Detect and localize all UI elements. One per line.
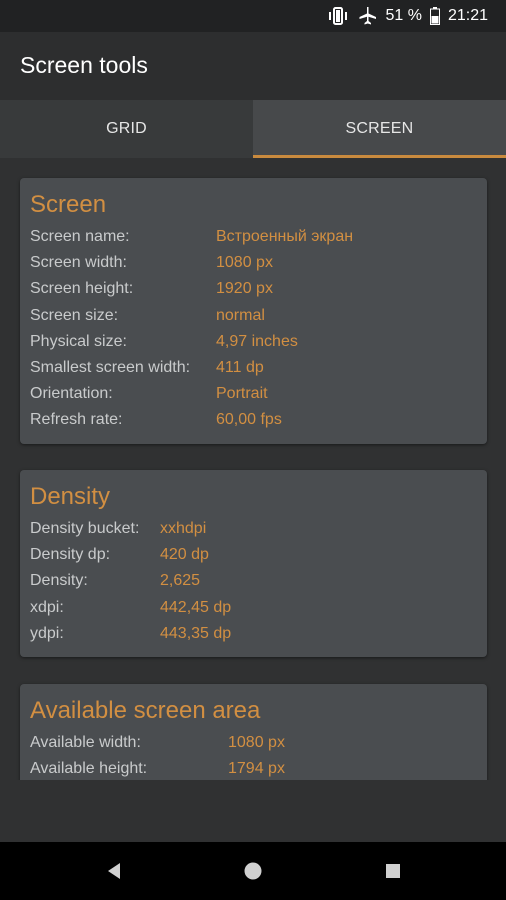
info-row: Screen name: Встроенный экран <box>30 224 477 250</box>
app-title: Screen tools <box>20 52 148 78</box>
info-row: Screen width: 1080 px <box>30 250 477 276</box>
info-value: 1794 px <box>228 760 285 778</box>
info-row: Screen size: normal <box>30 303 477 329</box>
info-row: Refresh rate: 60,00 fps <box>30 407 477 433</box>
info-value: 443,35 dp <box>160 624 232 642</box>
info-label: Available height: <box>30 760 148 778</box>
info-value: 2,625 <box>160 572 201 590</box>
battery-percent: 51 % <box>385 7 422 24</box>
available-card-title: Available screen area <box>30 697 261 724</box>
info-value: 442,45 dp <box>160 598 232 616</box>
info-label: Refresh rate: <box>30 411 123 429</box>
density-card: Density Density bucket: xxhdpi Density d… <box>20 470 487 657</box>
recents-icon[interactable] <box>382 860 404 882</box>
airplane-mode-icon <box>357 7 377 25</box>
app-bar: Screen tools <box>0 32 506 100</box>
info-value: Portrait <box>216 385 268 403</box>
info-label: Screen width: <box>30 254 127 272</box>
info-label: Density bucket: <box>30 520 140 538</box>
info-value: 4,97 inches <box>216 332 298 350</box>
density-card-title: Density <box>30 483 111 510</box>
info-value: xxhdpi <box>160 520 207 538</box>
home-icon[interactable] <box>242 860 264 882</box>
scroll-content[interactable]: Screen Screen name: Встроенный экран Scr… <box>0 158 506 780</box>
tab-bar: GRID SCREEN <box>0 100 506 158</box>
back-icon[interactable] <box>103 860 125 882</box>
status-icons: 51 % 21:21 <box>327 0 488 32</box>
info-row: ydpi: 443,35 dp <box>30 621 477 647</box>
info-row: Density dp: 420 dp <box>30 542 477 568</box>
info-row: Orientation: Portrait <box>30 381 477 407</box>
info-label: ydpi: <box>30 624 64 642</box>
info-label: Screen size: <box>30 306 119 324</box>
info-row: Available width: 1080 px <box>30 730 477 756</box>
info-value: 411 dp <box>216 359 264 377</box>
info-label: Density dp: <box>30 546 111 564</box>
info-value: 1080 px <box>228 734 285 752</box>
info-value: 1080 px <box>216 254 273 272</box>
screen-card: Screen Screen name: Встроенный экран Scr… <box>20 178 487 444</box>
tab-screen[interactable]: SCREEN <box>253 100 506 158</box>
info-label: Smallest screen width: <box>30 359 191 377</box>
info-label: Screen name: <box>30 228 130 246</box>
info-label: xdpi: <box>30 598 64 616</box>
battery-icon <box>429 7 440 25</box>
tab-grid[interactable]: GRID <box>0 100 253 158</box>
info-label: Orientation: <box>30 385 113 403</box>
info-value: normal <box>216 306 265 324</box>
info-value: 1920 px <box>216 280 273 298</box>
info-row: Density bucket: xxhdpi <box>30 516 477 542</box>
info-value: 60,00 fps <box>216 411 282 429</box>
info-row: Available height: 1794 px <box>30 756 477 780</box>
info-value: 420 dp <box>160 546 209 564</box>
vibrate-icon <box>327 7 349 25</box>
info-value: Встроенный экран <box>216 228 354 246</box>
info-row: Smallest screen width: 411 dp <box>30 355 477 381</box>
info-label: Screen height: <box>30 280 134 298</box>
info-label: Physical size: <box>30 332 127 350</box>
info-label: Density: <box>30 572 88 590</box>
info-row: xdpi: 442,45 dp <box>30 595 477 621</box>
info-row: Density: 2,625 <box>30 568 477 594</box>
status-bar: 51 % 21:21 <box>0 0 506 32</box>
available-area-card: Available screen area Available width: 1… <box>20 684 487 780</box>
screen-card-title: Screen <box>30 191 107 218</box>
info-label: Available width: <box>30 734 141 752</box>
clock: 21:21 <box>447 7 488 24</box>
info-row: Physical size: 4,97 inches <box>30 329 477 355</box>
info-row: Screen height: 1920 px <box>30 276 477 302</box>
navigation-bar <box>0 842 506 900</box>
